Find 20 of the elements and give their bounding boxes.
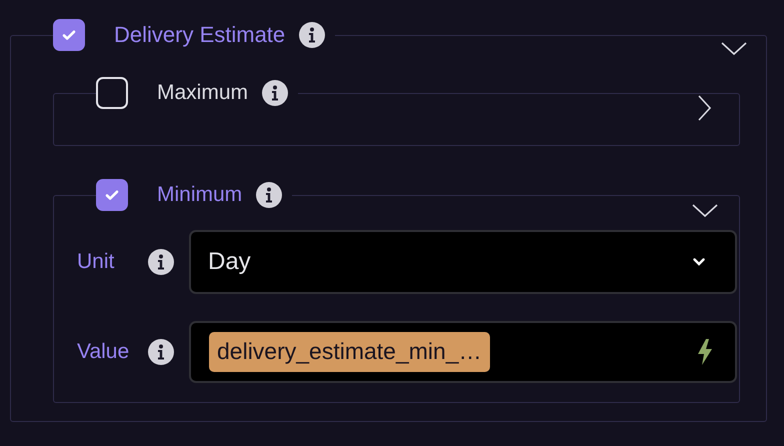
chevron-down-icon[interactable] [721, 42, 747, 56]
value-field[interactable]: delivery_estimate_min_… [189, 321, 737, 383]
field-label: Value [77, 340, 130, 364]
unit-dropdown[interactable]: Day [189, 230, 737, 294]
chevron-right-icon[interactable] [698, 95, 712, 121]
info-icon[interactable] [256, 182, 282, 208]
section-title: Delivery Estimate [114, 22, 286, 48]
subsection-title: Maximum [157, 81, 248, 105]
caret-icon [693, 258, 705, 266]
checkbox[interactable] [53, 19, 85, 51]
checkbox[interactable] [96, 179, 128, 211]
chevron-down-icon[interactable] [692, 204, 718, 218]
info-icon[interactable] [148, 339, 174, 365]
field-label: Unit [77, 250, 116, 274]
variable-token[interactable]: delivery_estimate_min_… [209, 332, 490, 372]
info-icon[interactable] [148, 249, 174, 275]
subsection-title: Minimum [157, 183, 242, 207]
info-icon[interactable] [299, 22, 326, 48]
info-icon[interactable] [262, 80, 288, 106]
lightning-icon[interactable] [697, 339, 713, 365]
